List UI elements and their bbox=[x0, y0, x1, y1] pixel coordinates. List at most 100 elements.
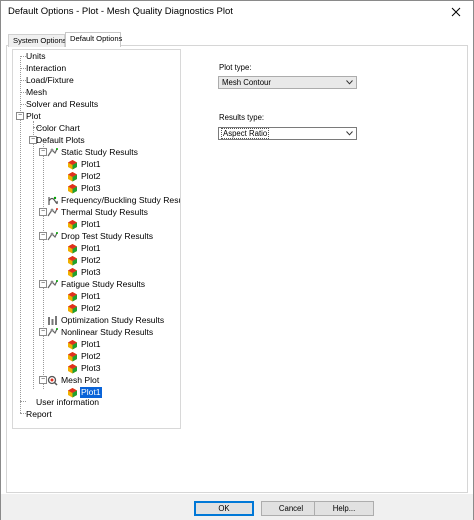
plot-cube-icon bbox=[68, 159, 77, 169]
tree-label: Nonlinear Study Results bbox=[61, 326, 154, 337]
tree-item-user-information[interactable]: User information bbox=[35, 396, 100, 408]
tree-item-frequency-buckling-study-results[interactable]: Frequency/Buckling Study Results bbox=[47, 194, 181, 206]
tree-item-mesh-plot[interactable]: Mesh Plot bbox=[47, 374, 100, 386]
expander-fatigue[interactable]: − bbox=[39, 280, 47, 288]
tree-item-fatigue-plot2[interactable]: Plot2 bbox=[67, 302, 102, 314]
tree-label: Plot2 bbox=[81, 350, 101, 361]
drop-test-study-icon bbox=[47, 231, 58, 240]
tree-connector bbox=[43, 144, 44, 389]
tree-item-report[interactable]: Report bbox=[25, 408, 53, 420]
chevron-down-icon bbox=[346, 131, 353, 136]
tree-item-fatigue-plot1[interactable]: Plot1 bbox=[67, 290, 102, 302]
chevron-down-icon bbox=[346, 80, 353, 85]
tree-item-default-plots[interactable]: Default Plots bbox=[35, 134, 86, 146]
tree-item-nonlinear-plot2[interactable]: Plot2 bbox=[67, 350, 102, 362]
expander-thermal[interactable]: − bbox=[39, 208, 47, 216]
plot-cube-icon bbox=[68, 303, 77, 313]
plot-cube-icon bbox=[68, 267, 77, 277]
tree-item-units[interactable]: Units bbox=[25, 50, 47, 62]
tree-label: User information bbox=[36, 396, 100, 407]
tree-label: Default Plots bbox=[36, 134, 85, 145]
options-tree[interactable]: Units Interaction Load/Fixture Mesh Solv… bbox=[12, 49, 181, 429]
tree-label: Solver and Results bbox=[26, 98, 99, 109]
plot-cube-icon bbox=[68, 171, 77, 181]
plot-cube-icon bbox=[68, 291, 77, 301]
expander-mesh-plot[interactable]: − bbox=[39, 376, 47, 384]
tree-item-load-fixture[interactable]: Load/Fixture bbox=[25, 74, 75, 86]
tab-label: Default Options bbox=[70, 34, 123, 43]
tree-label: Fatigue Study Results bbox=[61, 278, 146, 289]
tree-item-drop-test-plot3[interactable]: Plot3 bbox=[67, 266, 102, 278]
tree-connector bbox=[33, 121, 34, 389]
results-type-label: Results type: bbox=[219, 113, 265, 122]
tree-label: Frequency/Buckling Study Results bbox=[61, 194, 181, 205]
tree-label: Load/Fixture bbox=[26, 74, 74, 85]
tree-label: Plot1 bbox=[81, 218, 101, 229]
tree-label: Plot1 bbox=[81, 242, 101, 253]
plot-cube-icon bbox=[68, 219, 77, 229]
options-dialog: Default Options - Plot - Mesh Quality Di… bbox=[0, 0, 474, 520]
title-bar: Default Options - Plot - Mesh Quality Di… bbox=[1, 1, 473, 23]
tree-label: Plot1 bbox=[81, 338, 101, 349]
tree-label: Static Study Results bbox=[61, 146, 138, 157]
tree-label: Plot2 bbox=[81, 170, 101, 181]
tree-item-thermal-study-results[interactable]: Thermal Study Results bbox=[47, 206, 149, 218]
tree-connector bbox=[20, 401, 26, 402]
tab-system-options[interactable]: System Options bbox=[8, 34, 67, 47]
tree-item-nonlinear-plot1[interactable]: Plot1 bbox=[67, 338, 102, 350]
tree-item-nonlinear-plot3[interactable]: Plot3 bbox=[67, 362, 102, 374]
results-type-select[interactable]: Aspect Ratio bbox=[218, 127, 357, 140]
expander-nonlinear[interactable]: − bbox=[39, 328, 47, 336]
ok-button[interactable]: OK bbox=[194, 501, 254, 516]
tree-item-static-plot3[interactable]: Plot3 bbox=[67, 182, 102, 194]
thermal-study-icon bbox=[47, 207, 58, 216]
study-folder-icon bbox=[47, 147, 58, 156]
tree-item-fatigue-study-results[interactable]: Fatigue Study Results bbox=[47, 278, 146, 290]
tree-item-thermal-plot1[interactable]: Plot1 bbox=[67, 218, 102, 230]
tree-item-solver-results[interactable]: Solver and Results bbox=[25, 98, 99, 110]
tree-item-drop-test-study-results[interactable]: Drop Test Study Results bbox=[47, 230, 154, 242]
tree-label: Plot2 bbox=[81, 254, 101, 265]
tree-label: Mesh bbox=[26, 86, 48, 97]
expander-drop-test[interactable]: − bbox=[39, 232, 47, 240]
close-button[interactable] bbox=[439, 1, 473, 23]
tree-item-nonlinear-study-results[interactable]: Nonlinear Study Results bbox=[47, 326, 154, 338]
plot-cube-icon bbox=[68, 243, 77, 253]
tree-item-interaction[interactable]: Interaction bbox=[25, 62, 67, 74]
plot-type-value: Mesh Contour bbox=[222, 78, 271, 87]
tree-item-optimization-study-results[interactable]: Optimization Study Results bbox=[47, 314, 165, 326]
tree-label: Interaction bbox=[26, 62, 67, 73]
tree-label: Color Chart bbox=[36, 122, 80, 133]
tree-label: Thermal Study Results bbox=[61, 206, 148, 217]
cancel-button[interactable]: Cancel bbox=[261, 501, 321, 516]
tree-label: Plot3 bbox=[81, 266, 101, 277]
tree-item-static-plot1[interactable]: Plot1 bbox=[67, 158, 102, 170]
tree-item-static-plot2[interactable]: Plot2 bbox=[67, 170, 102, 182]
results-type-value: Aspect Ratio bbox=[220, 128, 270, 139]
plot-cube-icon bbox=[68, 363, 77, 373]
close-icon bbox=[451, 7, 461, 17]
help-button[interactable]: Help... bbox=[314, 501, 374, 516]
tree-item-mesh[interactable]: Mesh bbox=[25, 86, 48, 98]
window-title: Default Options - Plot - Mesh Quality Di… bbox=[8, 6, 233, 17]
tree-item-drop-test-plot1[interactable]: Plot1 bbox=[67, 242, 102, 254]
tree-label: Mesh Plot bbox=[61, 374, 100, 385]
plot-cube-icon bbox=[68, 351, 77, 361]
tree-label: Drop Test Study Results bbox=[61, 230, 154, 241]
expander-plot[interactable]: − bbox=[16, 112, 24, 120]
plot-type-select[interactable]: Mesh Contour bbox=[218, 76, 357, 89]
tree-item-plot[interactable]: Plot bbox=[25, 110, 42, 122]
dialog-footer: OK Cancel Help... bbox=[1, 494, 473, 520]
fatigue-study-icon bbox=[47, 279, 58, 288]
plot-type-label: Plot type: bbox=[219, 63, 252, 72]
tab-default-options[interactable]: Default Options bbox=[65, 32, 123, 47]
expander-static[interactable]: − bbox=[39, 148, 47, 156]
tree-item-color-chart[interactable]: Color Chart bbox=[35, 122, 81, 134]
tree-label: Plot3 bbox=[81, 362, 101, 373]
plot-cube-icon bbox=[68, 183, 77, 193]
tree-item-static-study-results[interactable]: Static Study Results bbox=[47, 146, 139, 158]
tree-label: Report bbox=[26, 408, 52, 419]
tree-item-drop-test-plot2[interactable]: Plot2 bbox=[67, 254, 102, 266]
nonlinear-study-icon bbox=[47, 327, 58, 336]
tree-label: Plot1 bbox=[81, 158, 101, 169]
